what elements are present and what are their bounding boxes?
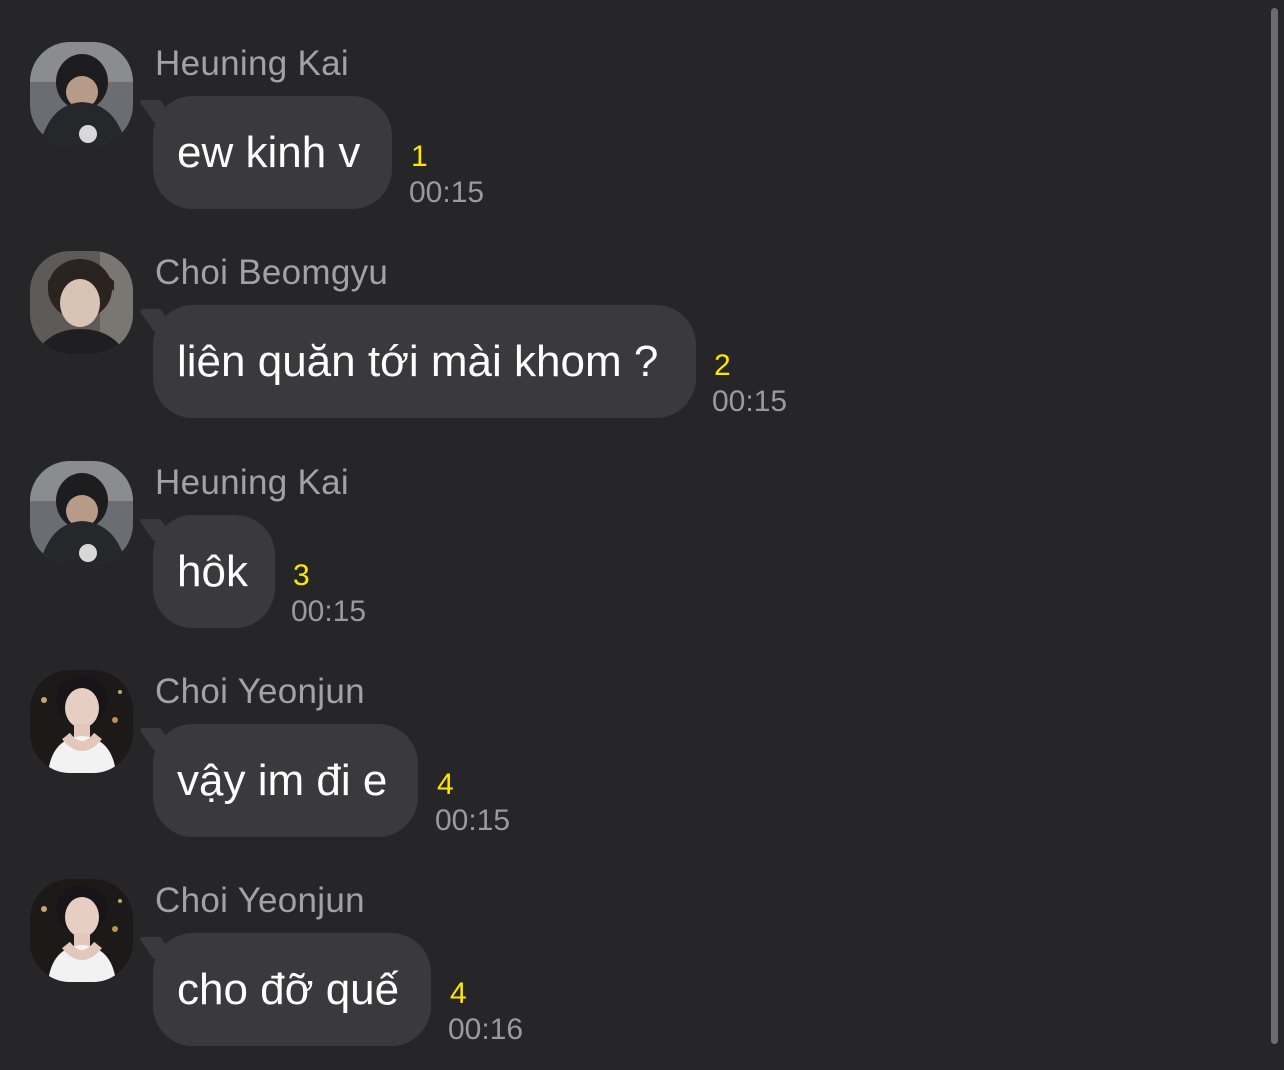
- message-meta: 4 00:16: [448, 979, 523, 1045]
- timestamp: 00:15: [409, 176, 485, 209]
- message-bubble[interactable]: ew kinh v: [153, 96, 392, 209]
- message-bubble[interactable]: hôk: [153, 515, 275, 628]
- message-row: Choi Yeonjun cho đỡ quế 4 00:16: [0, 879, 1260, 1070]
- timestamp: 00:16: [448, 1013, 524, 1046]
- unread-count: 4: [437, 768, 454, 801]
- avatar[interactable]: [30, 461, 133, 564]
- message-meta: 3 00:15: [291, 561, 366, 627]
- sender-name: Heuning Kai: [155, 44, 349, 83]
- message-bubble[interactable]: vậy im đi e: [153, 724, 418, 837]
- message-bubble[interactable]: liên quăn tới mài khom ?: [153, 305, 696, 418]
- sender-name: Choi Yeonjun: [155, 881, 365, 920]
- message-row: Heuning Kai ew kinh v 1 00:15: [0, 42, 1260, 242]
- sender-name: Heuning Kai: [155, 463, 349, 502]
- message-row: Choi Beomgyu liên quăn tới mài khom ? 2 …: [0, 251, 1260, 451]
- message-bubble[interactable]: cho đỡ quế: [153, 933, 431, 1046]
- scrollbar[interactable]: [1271, 8, 1278, 1044]
- timestamp: 00:15: [712, 385, 788, 418]
- message-meta: 2 00:15: [712, 351, 787, 417]
- unread-count: 3: [293, 559, 310, 592]
- message-meta: 1 00:15: [409, 142, 484, 208]
- avatar[interactable]: [30, 251, 133, 354]
- unread-count: 1: [411, 140, 428, 173]
- message-row: Heuning Kai hôk 3 00:15: [0, 461, 1260, 661]
- avatar[interactable]: [30, 879, 133, 982]
- message-meta: 4 00:15: [435, 770, 510, 836]
- chat-message-list[interactable]: Heuning Kai ew kinh v 1 00:15 Choi Beomg…: [0, 0, 1284, 1070]
- timestamp: 00:15: [435, 804, 511, 837]
- message-row: Choi Yeonjun vậy im đi e 4 00:15: [0, 670, 1260, 870]
- timestamp: 00:15: [291, 595, 367, 628]
- avatar[interactable]: [30, 670, 133, 773]
- unread-count: 4: [450, 977, 467, 1010]
- avatar[interactable]: [30, 42, 133, 145]
- sender-name: Choi Beomgyu: [155, 253, 389, 292]
- sender-name: Choi Yeonjun: [155, 672, 365, 711]
- unread-count: 2: [714, 349, 731, 382]
